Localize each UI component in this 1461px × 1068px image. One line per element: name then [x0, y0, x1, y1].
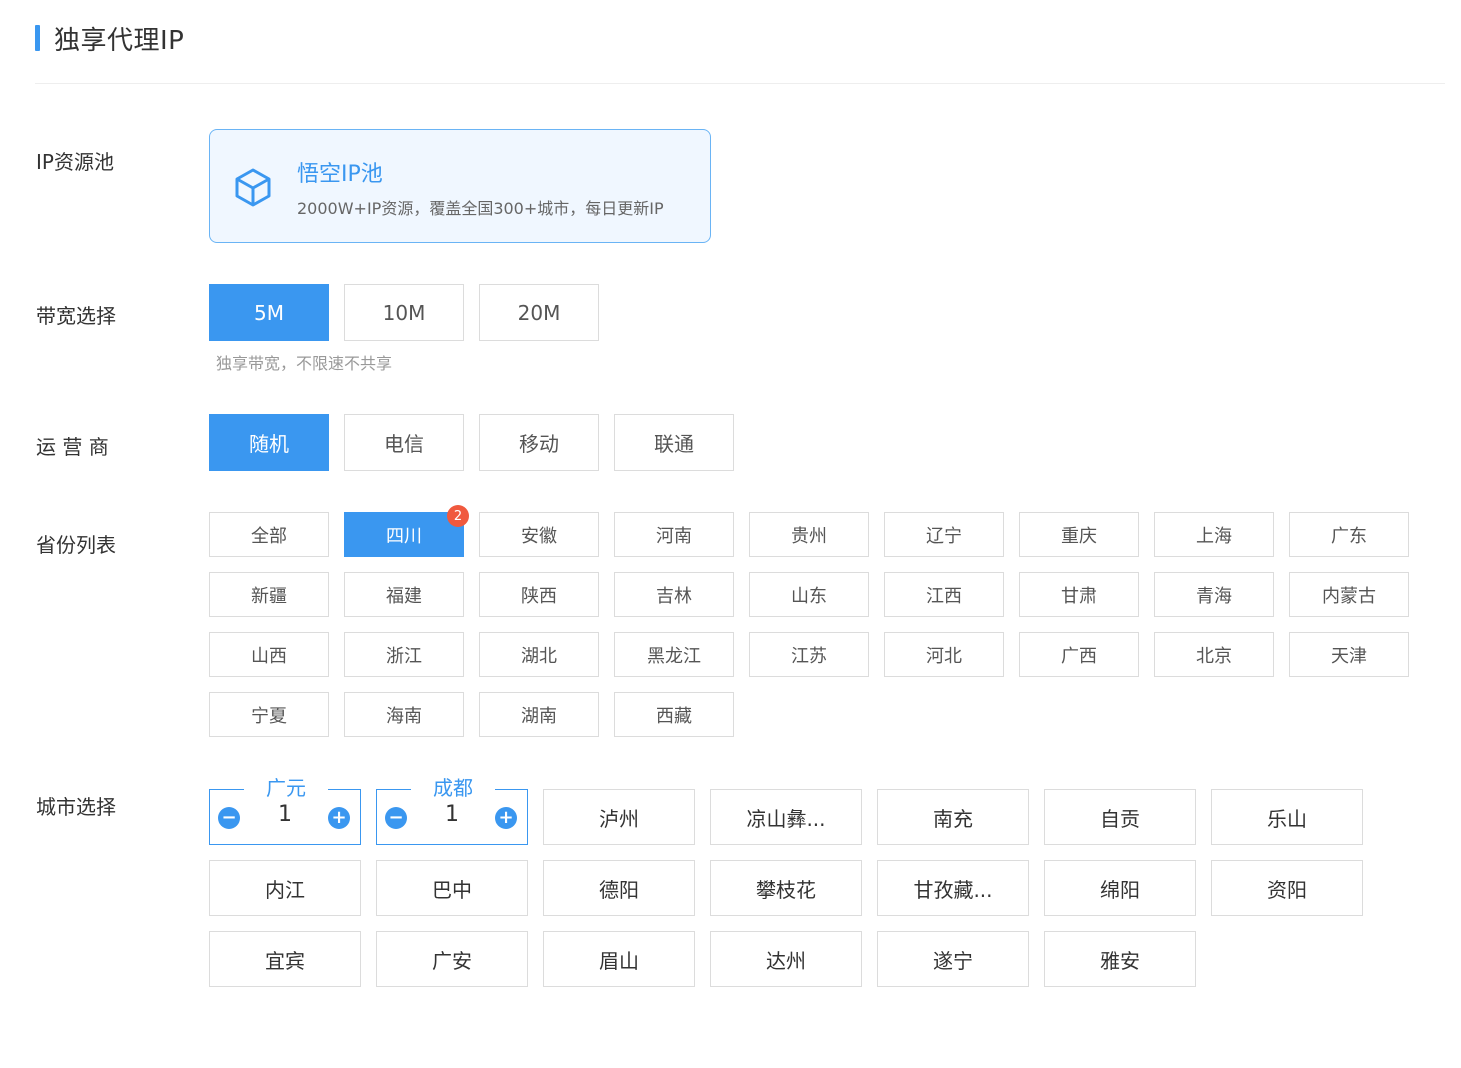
carrier-option-1[interactable]: 电信 — [344, 414, 464, 471]
province-item[interactable]: 辽宁 — [884, 512, 1004, 557]
city-item[interactable]: 遂宁 — [877, 931, 1029, 987]
city-item[interactable]: 凉山彝... — [710, 789, 862, 845]
province-item[interactable]: 贵州 — [749, 512, 869, 557]
pool-description: 2000W+IP资源，覆盖全国300+城市，每日更新IP — [297, 199, 664, 218]
province-item[interactable]: 海南 — [344, 692, 464, 737]
city-item[interactable]: 自贡 — [1044, 789, 1196, 845]
province-item[interactable]: 福建 — [344, 572, 464, 617]
province-item[interactable]: 天津 — [1289, 632, 1409, 677]
decrement-button[interactable]: − — [218, 807, 240, 829]
ip-pool-card[interactable]: 悟空IP池 2000W+IP资源，覆盖全国300+城市，每日更新IP — [209, 129, 711, 243]
province-item[interactable]: 山西 — [209, 632, 329, 677]
province-item[interactable]: 湖南 — [479, 692, 599, 737]
carrier-option-2[interactable]: 移动 — [479, 414, 599, 471]
selected-city-name: 广元 — [244, 777, 328, 799]
city-item[interactable]: 广安 — [376, 931, 528, 987]
carrier-option-0[interactable]: 随机 — [209, 414, 329, 471]
province-item[interactable]: 全部 — [209, 512, 329, 557]
province-item[interactable]: 西藏 — [614, 692, 734, 737]
city-item[interactable]: 攀枝花 — [710, 860, 862, 916]
carrier-label: 运 营 商 — [36, 435, 109, 459]
city-item[interactable]: 甘孜藏... — [877, 860, 1029, 916]
bandwidth-hint: 独享带宽，不限速不共享 — [216, 354, 393, 373]
city-item[interactable]: 眉山 — [543, 931, 695, 987]
province-item[interactable]: 江西 — [884, 572, 1004, 617]
quantity-value[interactable]: 1 — [417, 802, 487, 827]
bandwidth-option-2[interactable]: 20M — [479, 284, 599, 341]
province-item[interactable]: 河北 — [884, 632, 1004, 677]
province-item[interactable]: 山东 — [749, 572, 869, 617]
province-item[interactable]: 广东 — [1289, 512, 1409, 557]
city-item[interactable]: 南充 — [877, 789, 1029, 845]
city-item[interactable]: 巴中 — [376, 860, 528, 916]
province-item[interactable]: 上海 — [1154, 512, 1274, 557]
city-label: 城市选择 — [36, 795, 116, 819]
cube-icon — [235, 168, 271, 207]
decrement-button[interactable]: − — [385, 807, 407, 829]
bandwidth-label: 带宽选择 — [36, 304, 116, 328]
increment-button[interactable]: + — [328, 807, 350, 829]
city-item[interactable]: 雅安 — [1044, 931, 1196, 987]
quantity-value[interactable]: 1 — [250, 802, 320, 827]
province-item[interactable]: 陕西 — [479, 572, 599, 617]
province-item[interactable]: 四川 — [344, 512, 464, 557]
pool-title: 悟空IP池 — [297, 162, 383, 187]
province-item[interactable]: 青海 — [1154, 572, 1274, 617]
province-item[interactable]: 宁夏 — [209, 692, 329, 737]
province-item[interactable]: 甘肃 — [1019, 572, 1139, 617]
province-item[interactable]: 安徽 — [479, 512, 599, 557]
province-item[interactable]: 新疆 — [209, 572, 329, 617]
page-title: 独享代理IP — [54, 25, 185, 56]
increment-button[interactable]: + — [495, 807, 517, 829]
province-item[interactable]: 黑龙江 — [614, 632, 734, 677]
city-item[interactable]: 乐山 — [1211, 789, 1363, 845]
province-item[interactable]: 吉林 — [614, 572, 734, 617]
bandwidth-option-0[interactable]: 5M — [209, 284, 329, 341]
page-header: 独享代理IP — [35, 18, 184, 58]
selected-city-name: 成都 — [411, 777, 495, 799]
selected-count-badge: 2 — [447, 505, 469, 527]
header-divider — [35, 83, 1445, 84]
ip-pool-label: IP资源池 — [36, 150, 114, 174]
city-item[interactable]: 泸州 — [543, 789, 695, 845]
selected-city-card[interactable]: 成都 −1 + — [376, 777, 528, 845]
city-item[interactable]: 绵阳 — [1044, 860, 1196, 916]
province-item[interactable]: 湖北 — [479, 632, 599, 677]
city-item[interactable]: 达州 — [710, 931, 862, 987]
bandwidth-option-1[interactable]: 10M — [344, 284, 464, 341]
province-item[interactable]: 内蒙古 — [1289, 572, 1409, 617]
city-item[interactable]: 内江 — [209, 860, 361, 916]
province-item[interactable]: 重庆 — [1019, 512, 1139, 557]
title-accent-bar — [35, 25, 40, 51]
selected-city-card[interactable]: 广元 −1 + — [209, 777, 361, 845]
carrier-option-3[interactable]: 联通 — [614, 414, 734, 471]
province-item[interactable]: 河南 — [614, 512, 734, 557]
province-label: 省份列表 — [36, 533, 116, 557]
city-item[interactable]: 资阳 — [1211, 860, 1363, 916]
city-item[interactable]: 宜宾 — [209, 931, 361, 987]
province-item[interactable]: 北京 — [1154, 632, 1274, 677]
city-item[interactable]: 德阳 — [543, 860, 695, 916]
province-item[interactable]: 浙江 — [344, 632, 464, 677]
province-item[interactable]: 江苏 — [749, 632, 869, 677]
province-item[interactable]: 广西 — [1019, 632, 1139, 677]
